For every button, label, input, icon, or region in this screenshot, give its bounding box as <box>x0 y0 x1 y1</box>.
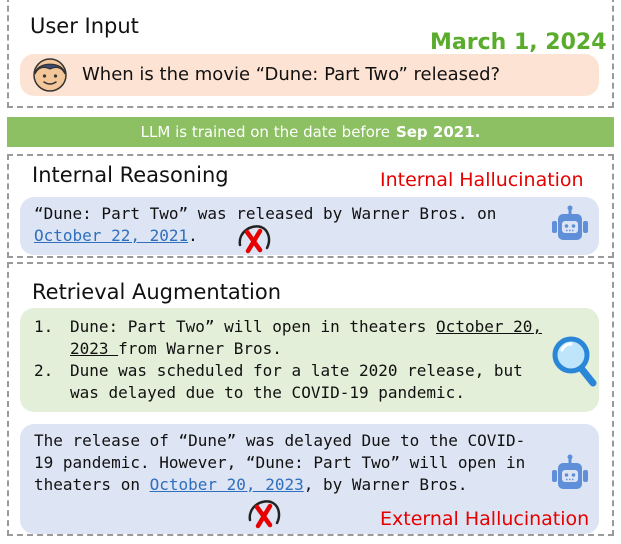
retrieved-doc: 2. Dune was scheduled for a late 2020 rel… <box>34 360 554 404</box>
internal-answer-pre: “Dune: Part Two” was released by Warner … <box>34 204 497 223</box>
red-cross-icon <box>238 225 271 254</box>
augmented-answer-text: The release of “Dune” was delayed Due to… <box>34 430 539 496</box>
internal-answer-date: October 22, 2021 <box>34 226 189 245</box>
doc-text-pre: Dune: Part Two” will open in theaters <box>70 317 437 336</box>
retrieved-docs-list: 1. Dune: Part Two” will open in theaters … <box>34 316 554 404</box>
internal-hallucination-label: Internal Hallucination <box>380 169 584 191</box>
user-avatar-icon <box>33 58 67 92</box>
external-hallucination-label: External Hallucination <box>380 508 590 530</box>
robot-icon <box>552 205 588 240</box>
augmented-answer-bubble: The release of “Dune” was delayed Due to… <box>20 424 599 534</box>
internal-answer-text: “Dune: Part Two” was released by Warner … <box>34 203 524 247</box>
user-question-bubble: When is the movie “Dune: Part Two” relea… <box>20 54 599 96</box>
retrieval-augmentation-title: Retrieval Augmentation <box>32 280 282 304</box>
banner-cutoff-date: Sep 2021. <box>395 123 481 141</box>
internal-answer-bubble: “Dune: Part Two” was released by Warner … <box>20 197 599 255</box>
magnifier-icon <box>552 336 597 387</box>
doc-text-pre: Dune was scheduled for a late 2020 relea… <box>70 361 523 402</box>
red-cross-icon <box>248 500 281 529</box>
doc-number: 1. <box>34 317 54 336</box>
robot-icon <box>552 454 588 489</box>
internal-reasoning-title: Internal Reasoning <box>32 163 229 187</box>
training-cutoff-banner: LLM is trained on the date before Sep 20… <box>7 117 614 147</box>
banner-text: LLM is trained on the date before <box>140 123 390 141</box>
retrieved-docs-bubble: 1. Dune: Part Two” will open in theaters … <box>20 308 599 412</box>
current-date: March 1, 2024 <box>430 30 607 55</box>
internal-answer-post: . <box>188 226 198 245</box>
augmented-answer-post: , by Warner Bros. <box>303 475 468 494</box>
retrieved-doc: 1. Dune: Part Two” will open in theaters … <box>34 316 554 360</box>
augmented-answer-date: October 20, 2023 <box>149 475 304 494</box>
user-question-text: When is the movie “Dune: Part Two” relea… <box>82 64 501 85</box>
user-input-title: User Input <box>30 14 139 38</box>
doc-number: 2. <box>34 361 54 380</box>
doc-text-post: from Warner Bros. <box>118 339 282 358</box>
